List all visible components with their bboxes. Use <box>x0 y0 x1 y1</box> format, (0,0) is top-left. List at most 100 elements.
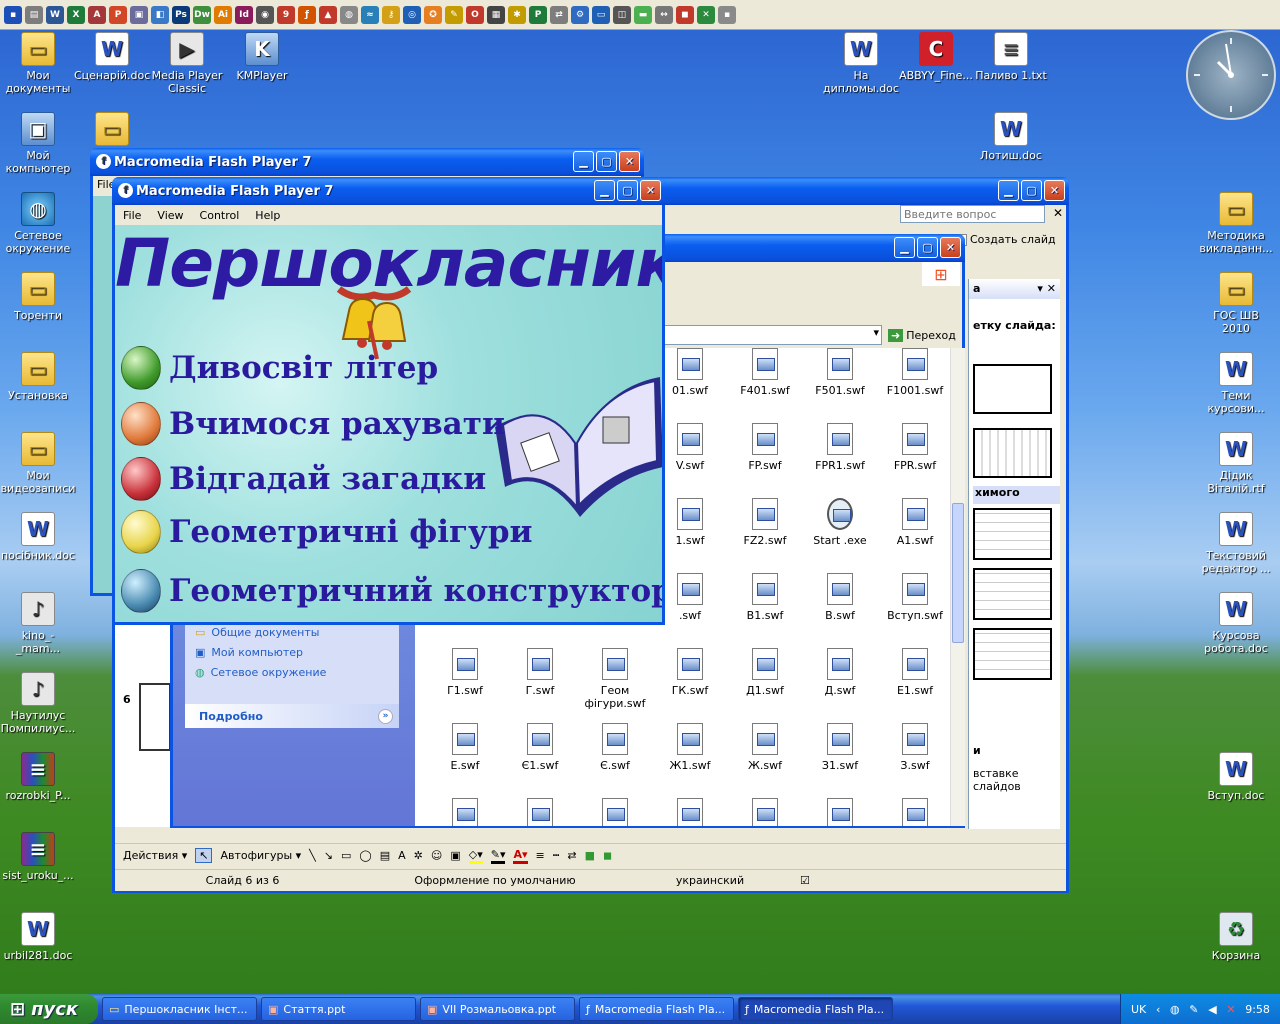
clipart-icon[interactable]: ☺ <box>431 849 442 862</box>
monitor-icon[interactable]: ▭ <box>592 5 610 24</box>
file-item[interactable]: Start .exe <box>802 498 878 547</box>
font-color-icon[interactable]: A▾ <box>513 848 528 864</box>
access-icon[interactable]: A <box>88 5 106 24</box>
save-icon[interactable]: ▪ <box>4 5 22 24</box>
file-item[interactable]: Д1.swf <box>727 648 803 697</box>
desktop-icon-my-videos[interactable]: ▭ Мои видеозаписи <box>0 432 76 495</box>
file-item[interactable]: Є1.swf <box>502 723 578 772</box>
line-color-icon[interactable]: ✎▾ <box>490 848 506 864</box>
file-item[interactable]: B1.swf <box>727 573 803 622</box>
camera-icon[interactable]: ◉ <box>256 5 274 24</box>
tools-icon[interactable]: ⚙ <box>571 5 589 24</box>
desktop-icon-vstup[interactable]: W Вступ.doc <box>1198 752 1274 802</box>
file-item[interactable]: Є.swf <box>577 723 653 772</box>
remote-icon[interactable]: ⇄ <box>550 5 568 24</box>
maximize-button[interactable]: ▢ <box>917 237 938 258</box>
tray-network-icon[interactable]: ◍ <box>1170 1003 1180 1016</box>
address-input[interactable]: ▾ <box>663 325 882 345</box>
menu-control[interactable]: Control <box>192 209 248 222</box>
shared-documents-link[interactable]: ▭ Общие документы <box>195 622 389 642</box>
desktop-icon-rozrobki[interactable]: ≡ rozrobki_P... <box>0 752 76 802</box>
vertical-scrollbar[interactable] <box>950 348 965 826</box>
desktop-icon-kmplayer[interactable]: K KMPlayer <box>224 32 300 82</box>
file-item[interactable]: Е.swf <box>427 723 503 772</box>
network-places-link[interactable]: ◍ Сетевое окружение <box>195 662 389 682</box>
line-icon[interactable]: ╲ <box>309 849 316 862</box>
autoshapes-menu[interactable]: Автофигуры ▾ <box>220 849 301 862</box>
settings-icon[interactable]: ✪ <box>424 5 442 24</box>
layout-thumb-4[interactable] <box>973 568 1052 620</box>
file-item[interactable] <box>802 798 878 826</box>
dash-style-icon[interactable]: ┅ <box>553 849 560 862</box>
layout-thumb-1[interactable] <box>973 364 1052 414</box>
media-icon[interactable]: ✱ <box>508 5 526 24</box>
file-item[interactable]: З1.swf <box>802 723 878 772</box>
misc-icon[interactable]: ▪ <box>718 5 736 24</box>
reader-icon[interactable]: ▲ <box>319 5 337 24</box>
desktop-icon-lotysh[interactable]: W Лотиш.doc <box>973 112 1049 162</box>
tray-volume-icon[interactable]: ◀ <box>1208 1003 1216 1016</box>
layout-thumb-2[interactable] <box>973 428 1052 478</box>
task-pershoklasnyk[interactable]: ▭ Першокласник Інст... <box>102 997 257 1021</box>
layout-thumb-3[interactable] <box>973 508 1052 560</box>
arrows-icon[interactable]: ↔ <box>655 5 673 24</box>
menu-help[interactable]: Help <box>247 209 288 222</box>
flash-back-titlebar[interactable]: f Macromedia Flash Player 7 ▁ ▢ ✕ <box>90 148 644 176</box>
details-header[interactable]: Подробно» <box>185 704 399 728</box>
actions-menu[interactable]: Действия ▾ <box>123 849 187 862</box>
file-item[interactable] <box>652 798 728 826</box>
desktop-icon-kursova[interactable]: W Курсова робота.doc <box>1198 592 1274 655</box>
tray-safely-remove-icon[interactable]: ✎ <box>1189 1003 1198 1016</box>
powerpoint-icon[interactable]: P <box>109 5 127 24</box>
create-slide-button[interactable]: Создать слайд <box>955 233 1056 246</box>
menu-view[interactable]: View <box>149 209 191 222</box>
task-flash-2[interactable]: ƒ Macromedia Flash Pla... <box>738 997 893 1021</box>
desktop-icon-gos[interactable]: ▭ ГОС ШВ 2010 <box>1198 272 1274 335</box>
flash-titlebar[interactable]: f Macromedia Flash Player 7 ▁ ▢ ✕ <box>112 177 665 205</box>
globe-icon[interactable]: ◍ <box>340 5 358 24</box>
pencil-icon[interactable]: ✎ <box>445 5 463 24</box>
tray-antivirus-icon[interactable]: ✕ <box>1226 1003 1235 1016</box>
help-question-input[interactable] <box>900 205 1045 223</box>
scrollbar-thumb[interactable] <box>952 503 964 643</box>
desktop-icon-urbil[interactable]: Wurbil281.doc <box>0 912 76 962</box>
excel-icon[interactable]: X <box>67 5 85 24</box>
arrow-style-icon[interactable]: ⇄ <box>567 849 576 862</box>
file-item[interactable]: Геом фігури.swf <box>577 648 653 710</box>
3d-icon[interactable]: ◼ <box>603 849 612 862</box>
file-item[interactable] <box>877 798 950 826</box>
fill-color-icon[interactable]: ◇▾ <box>468 848 483 864</box>
menu-item-shapes[interactable]: Геометричні фігури <box>121 509 533 555</box>
file-item[interactable]: FPR.swf <box>877 423 950 472</box>
file-item[interactable]: B.swf <box>802 573 878 622</box>
arrow-icon[interactable]: ↘ <box>324 849 333 862</box>
desktop-icon-folder[interactable]: ▭ <box>74 112 150 149</box>
my-computer-link[interactable]: ▣ Мой компьютер <box>195 642 389 662</box>
illustrator-icon[interactable]: Ai <box>214 5 232 24</box>
disc-icon[interactable]: ◎ <box>403 5 421 24</box>
task-rozmalovka[interactable]: ▣ VII Розмальовка.ppt <box>420 997 575 1021</box>
textbox-icon[interactable]: ▤ <box>380 849 390 862</box>
key-icon[interactable]: ⚷ <box>382 5 400 24</box>
oval-icon[interactable]: ◯ <box>359 849 371 862</box>
maximize-button[interactable]: ▢ <box>617 180 638 201</box>
document-icon[interactable]: ▤ <box>25 5 43 24</box>
desktop-icon-kino[interactable]: ♪ kino_-_mam... <box>0 592 76 655</box>
photoshop-icon[interactable]: Ps <box>172 5 190 24</box>
maximize-button[interactable]: ▢ <box>596 151 617 172</box>
file-item[interactable]: Д.swf <box>802 648 878 697</box>
desktop-icon-media-player[interactable]: ▶ Media Player Classic <box>149 32 225 95</box>
desktop-icon-sist-uroku[interactable]: ≡ sist_uroku_... <box>0 832 76 882</box>
file-item[interactable]: F401.swf <box>727 348 803 397</box>
network-icon[interactable]: ≈ <box>361 5 379 24</box>
desktop-icon-my-documents[interactable]: ▭ Мои документы <box>0 32 76 95</box>
file-item[interactable] <box>427 798 503 826</box>
file-item[interactable]: Г1.swf <box>427 648 503 697</box>
file-item[interactable]: ГК.swf <box>652 648 728 697</box>
file-item[interactable]: F1001.swf <box>877 348 950 397</box>
minimize-button[interactable]: ▁ <box>594 180 615 201</box>
help-close-icon[interactable]: ✕ <box>1053 206 1063 220</box>
image-viewer-icon[interactable]: ◧ <box>151 5 169 24</box>
line-style-icon[interactable]: ≡ <box>536 849 545 862</box>
file-item[interactable]: Вступ.swf <box>877 573 950 622</box>
